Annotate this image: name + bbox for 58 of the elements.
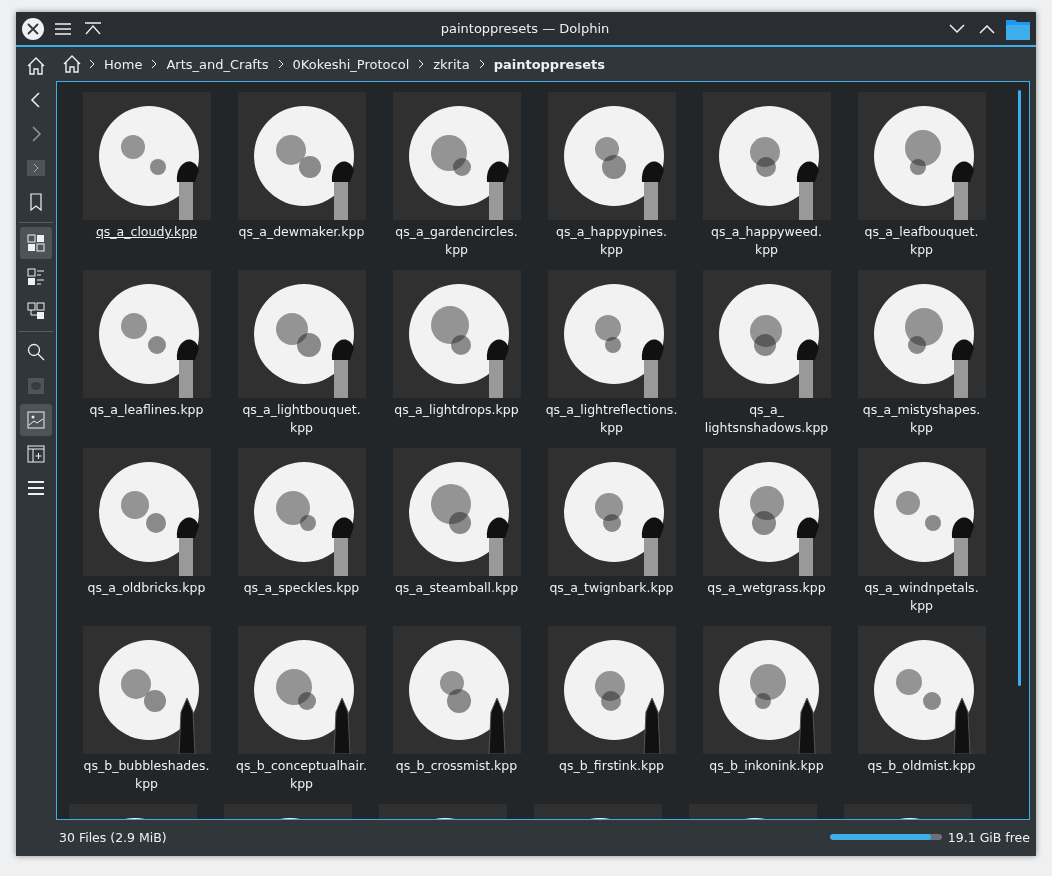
close-icon xyxy=(26,21,40,36)
breadcrumb-item[interactable]: 0Kokeshi_Protocol xyxy=(290,56,412,72)
file-name[interactable]: qs_a_happypines. kpp xyxy=(556,223,667,259)
file-name[interactable]: qs_a_dewmaker.kpp xyxy=(238,223,365,241)
file-name[interactable]: qs_a_leaflines.kpp xyxy=(89,401,204,419)
file-name[interactable]: qs_a_lightreflections. kpp xyxy=(545,401,678,437)
menu-icon xyxy=(55,21,71,36)
file-name[interactable]: qs_a_speckles.kpp xyxy=(243,579,360,597)
chevron-up-icon xyxy=(979,23,995,34)
folder-icon xyxy=(1006,17,1030,40)
file-name[interactable]: qs_a_steamball.kpp xyxy=(394,579,519,597)
home-icon xyxy=(26,56,46,76)
file-name[interactable]: qs_b_firstink.kpp xyxy=(559,757,664,775)
panel-add-icon xyxy=(26,444,46,464)
breadcrumb-item[interactable]: Arts_and_Crafts xyxy=(164,56,271,72)
menu-icon xyxy=(26,478,46,498)
breadcrumb-item[interactable]: paintoppresets xyxy=(491,56,607,72)
scrollbar[interactable] xyxy=(1018,90,1021,686)
icons-view-button[interactable] xyxy=(20,227,52,259)
breadcrumb-item[interactable]: zkrita xyxy=(431,56,472,72)
file-name[interactable]: qs_a_cloudy.kpp xyxy=(95,223,198,241)
file-name[interactable]: qs_a_windnpetals. kpp xyxy=(864,579,979,615)
hidden-files-icon xyxy=(26,376,46,396)
keep-above-icon xyxy=(85,21,101,36)
file-name[interactable]: qs_a_lightdrops.kpp xyxy=(394,401,519,419)
home-icon xyxy=(62,54,82,74)
file-name[interactable]: qs_b_bubbleshades. kpp xyxy=(83,757,210,793)
chevron-icon xyxy=(150,59,159,69)
icons-view-icon xyxy=(26,233,46,253)
file-name[interactable]: qs_a_lightbouquet. kpp xyxy=(242,401,361,437)
preview-image-icon xyxy=(26,410,46,430)
file-name[interactable]: qs_b_inkonink.kpp xyxy=(709,757,824,775)
file-name[interactable]: qs_a_ lightsnshadows.kpp xyxy=(704,401,829,437)
details-view-icon xyxy=(26,267,46,287)
status-summary: 30 Files (2.9 MiB) xyxy=(59,829,167,845)
file-name[interactable]: qs_a_twignbark.kpp xyxy=(549,579,674,597)
chevron-icon xyxy=(88,59,96,69)
chevron-down-icon xyxy=(949,23,965,34)
file-name[interactable]: qs_b_conceptualhair. kpp xyxy=(236,757,367,793)
free-space-text: 19.1 GiB free xyxy=(947,829,1030,845)
window-title: paintoppresets — Dolphin xyxy=(439,21,611,36)
file-name[interactable]: qs_b_crossmist.kpp xyxy=(395,757,518,775)
tree-view-icon xyxy=(26,301,46,321)
file-name[interactable]: qs_a_wetgrass.kpp xyxy=(707,579,826,597)
file-name[interactable]: qs_a_oldbricks.kpp xyxy=(87,579,206,597)
breadcrumb-item[interactable]: Home xyxy=(102,56,145,72)
close-button[interactable] xyxy=(22,17,44,40)
preview-image-button[interactable] xyxy=(20,404,52,436)
chevron-icon xyxy=(276,59,285,69)
search-icon xyxy=(26,342,46,362)
chevron-icon xyxy=(417,59,426,69)
file-name[interactable]: qs_a_leafbouquet. kpp xyxy=(864,223,979,259)
terminal-icon xyxy=(26,158,46,178)
file-name[interactable]: qs_b_oldmist.kpp xyxy=(867,757,976,775)
file-name[interactable]: qs_a_gardencircles. kpp xyxy=(395,223,518,259)
file-name[interactable]: qs_a_mistyshapes. kpp xyxy=(862,401,981,437)
chevron-icon xyxy=(477,59,486,69)
file-name[interactable]: qs_a_happyweed. kpp xyxy=(711,223,822,259)
